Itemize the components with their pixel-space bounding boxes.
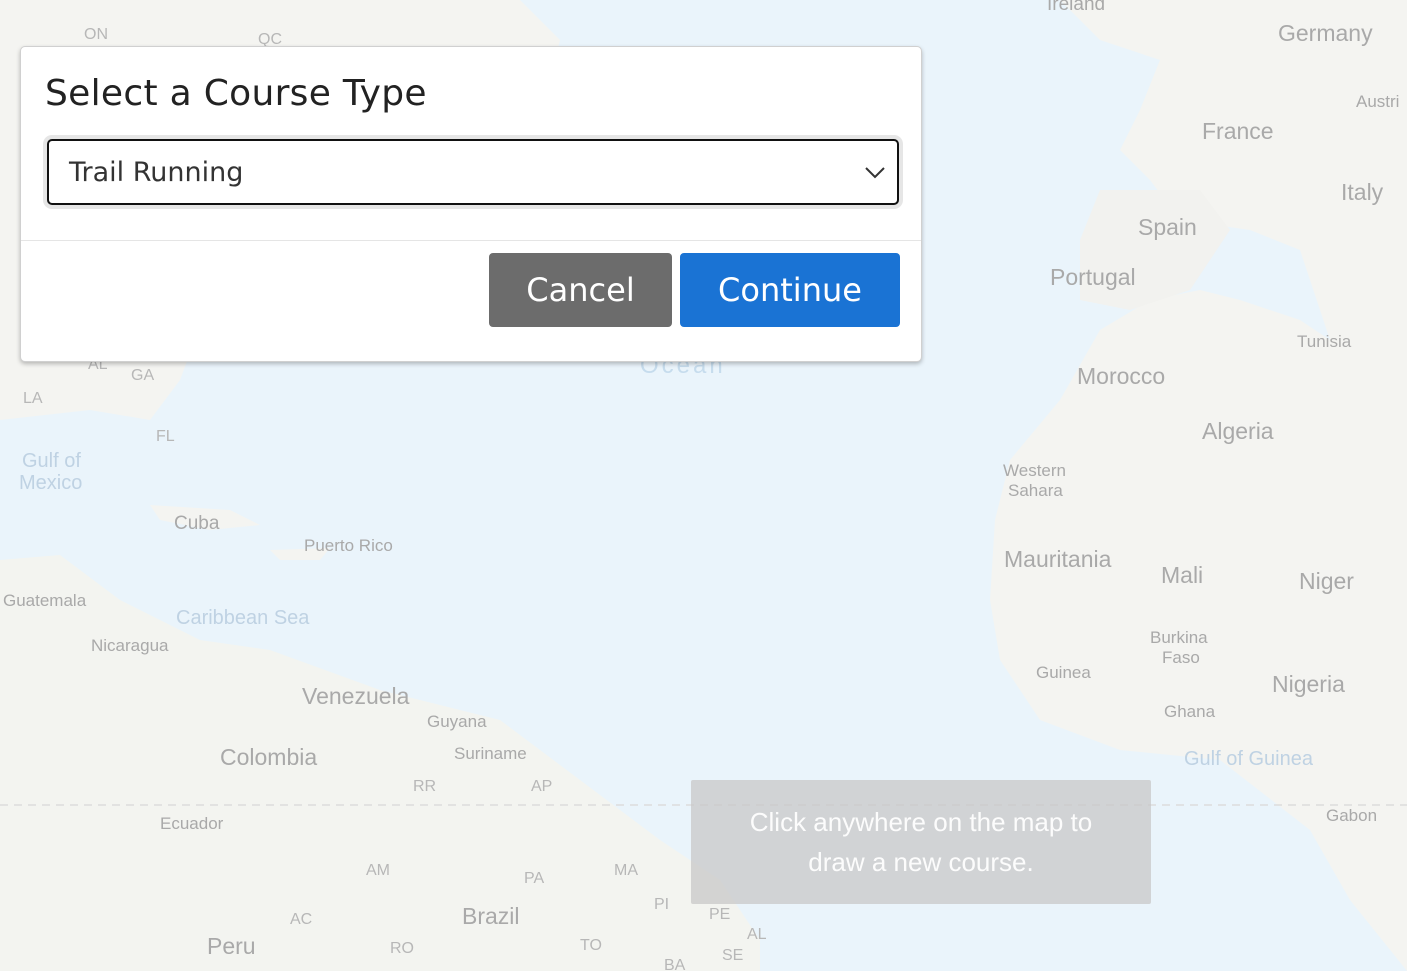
map-label: Western [1003,461,1066,480]
map-label: FL [156,428,175,445]
map-label: Spain [1138,214,1197,240]
map-label: RR [413,778,437,795]
map-label: TO [580,937,602,954]
map-label: Italy [1341,179,1384,205]
map-label: Peru [207,933,256,959]
dialog-title: Select a Course Type [45,73,427,114]
map-label: Mauritania [1004,546,1112,572]
hint-line-1: Click anywhere on the map to [749,807,1093,837]
map-label: PI [654,896,670,913]
map-label: Mali [1161,562,1204,588]
map-label: LA [23,390,43,407]
cancel-button[interactable]: Cancel [489,253,672,327]
map-label: Guatemala [3,591,87,610]
map-label: Algeria [1202,418,1274,444]
map-label: SE [722,947,744,964]
map-label: Niger [1299,568,1354,594]
map-label: Guyana [427,712,487,731]
map-label: Sahara [1008,481,1063,500]
map-label: Gabon [1326,806,1378,825]
map-label: Caribbean Sea [176,607,310,629]
map-label: Burkina [1150,628,1208,647]
map-label: Puerto Rico [304,536,393,555]
map-label: Ecuador [160,814,224,833]
map-label: Germany [1278,20,1373,46]
map-label: ON [84,26,108,43]
map-label: RO [390,940,414,957]
course-type-dialog: Select a Course Type Trail Running Cance… [20,46,922,362]
map-label: Ghana [1164,702,1216,721]
map-label: BA [664,957,686,971]
map-label: Gulf of Guinea [1184,748,1313,770]
hint-line-2: draw a new course. [808,847,1034,877]
map-label: Nigeria [1272,671,1345,697]
chevron-down-icon [865,167,885,179]
map-label: AC [290,911,313,928]
map-label: PE [709,906,731,923]
map-label: MA [614,862,638,879]
course-type-select[interactable]: Trail Running [47,139,899,205]
map-label: Ireland [1047,0,1106,15]
continue-button[interactable]: Continue [680,253,900,327]
map-hint-tooltip: Click anywhere on the map to draw a new … [691,780,1151,904]
map-label: Cuba [174,513,220,534]
map-label: Venezuela [302,683,410,709]
map-label: Suriname [454,744,527,763]
map-label: AL [747,926,767,943]
map-label: AP [531,778,553,795]
map-label: Nicaragua [91,636,169,655]
map-label: Colombia [220,744,318,770]
map-label: Gulf of [22,450,81,472]
map-label: France [1202,118,1274,144]
dialog-divider [21,240,921,241]
map-label: PA [524,870,545,887]
map-label: Mexico [19,472,83,494]
map-label: Guinea [1036,663,1091,682]
map-label: Portugal [1050,264,1136,290]
map-label: AM [366,862,390,879]
course-type-selected-value: Trail Running [69,156,244,188]
map-label: Tunisia [1297,332,1352,351]
map-label: Austri [1356,92,1400,111]
map-label: Faso [1162,648,1200,667]
map-label: Brazil [462,903,520,929]
map-label: GA [131,367,155,384]
map-label: Morocco [1077,363,1166,389]
